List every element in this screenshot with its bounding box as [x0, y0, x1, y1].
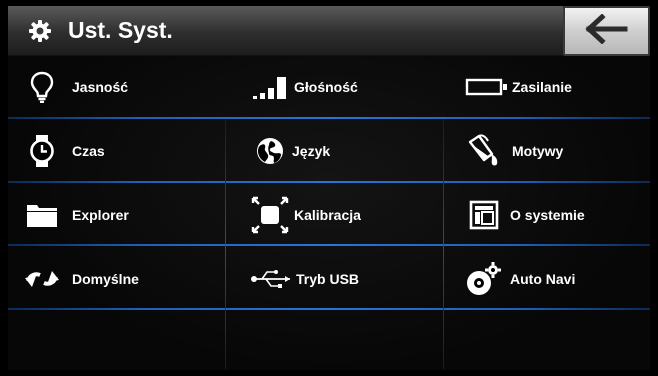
system-window-icon — [464, 195, 504, 235]
system-settings-screen: Ust. Syst. Jasność Głośność Zasilanie Cz… — [0, 0, 658, 376]
menu-item-label: O systemie — [510, 207, 585, 223]
reset-arrows-icon — [22, 259, 62, 299]
menu-item-label: Kalibracja — [294, 207, 361, 223]
menu-item-glosnosc[interactable]: Głośność — [250, 56, 440, 118]
menu-item-explorer[interactable]: Explorer — [22, 184, 222, 246]
menu-item-kalibracja[interactable]: Kalibracja — [250, 184, 440, 246]
grid-divider — [225, 119, 226, 369]
battery-icon — [464, 67, 510, 107]
menu-item-motywy[interactable]: Motywy — [464, 120, 644, 182]
calibration-icon — [250, 195, 290, 235]
disc-gear-icon — [464, 259, 504, 299]
menu-item-zasilanie[interactable]: Zasilanie — [464, 56, 644, 118]
paint-bucket-icon — [464, 131, 504, 171]
menu-item-label: Auto Navi — [510, 271, 576, 287]
menu-item-czas[interactable]: Czas — [22, 120, 222, 182]
menu-item-label: Zasilanie — [512, 79, 572, 95]
grid-divider — [443, 119, 444, 369]
settings-grid: Jasność Głośność Zasilanie Czas Język Mo… — [8, 56, 650, 370]
title-bar: Ust. Syst. — [8, 6, 563, 56]
folder-icon — [22, 195, 62, 235]
menu-item-label: Głośność — [294, 79, 358, 95]
lightbulb-icon — [22, 67, 62, 107]
menu-item-label: Czas — [72, 143, 105, 159]
arrow-left-icon — [584, 12, 629, 49]
menu-item-tryb-usb[interactable]: Tryb USB — [250, 248, 440, 310]
usb-icon — [250, 259, 294, 299]
menu-item-label: Tryb USB — [296, 271, 360, 287]
menu-item-jasnosc[interactable]: Jasność — [22, 56, 222, 118]
menu-item-label: Motywy — [512, 143, 564, 159]
menu-item-jezyk[interactable]: Język — [250, 120, 440, 182]
menu-item-o-systemie[interactable]: O systemie — [464, 184, 644, 246]
menu-item-domyslne[interactable]: Domyślne — [22, 248, 222, 310]
menu-item-label: Explorer — [72, 207, 129, 223]
menu-item-auto-navi[interactable]: Auto Navi — [464, 248, 644, 310]
menu-item-label: Domyślne — [72, 271, 139, 287]
menu-item-label: Język — [292, 143, 331, 159]
menu-item-label: Jasność — [72, 79, 129, 95]
back-button[interactable] — [563, 6, 650, 56]
gear-icon — [28, 19, 52, 43]
globe-icon — [250, 131, 290, 171]
page-title: Ust. Syst. — [68, 17, 173, 43]
volume-bars-icon — [250, 67, 290, 107]
watch-icon — [22, 131, 62, 171]
